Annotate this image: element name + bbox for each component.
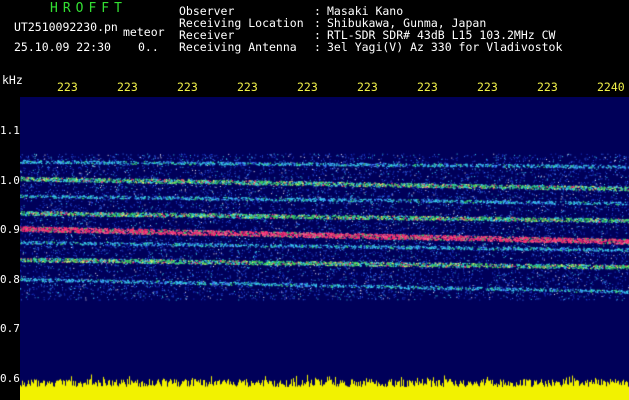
y-tick-label: 0.7 [0, 322, 20, 335]
spectrogram-plot[interactable] [20, 97, 629, 400]
x-tick-label: 223 [117, 80, 138, 94]
y-tick-label: 0.6 [0, 372, 20, 385]
x-tick-label: 2240 [597, 80, 625, 94]
capture-datetime: 25.10.09 22:30 [14, 40, 111, 54]
app-title: HROFFT [50, 1, 127, 16]
y-tick-label: 0.8 [0, 273, 20, 286]
x-tick-label: 223 [177, 80, 198, 94]
x-tick-label: 223 [477, 80, 498, 94]
antenna-key: Receiving Antenna [179, 40, 297, 54]
x-tick-label: 223 [297, 80, 318, 94]
file-name: UT2510092230.pn [14, 20, 118, 34]
x-tick-label: 223 [357, 80, 378, 94]
x-tick-label: 223 [57, 80, 78, 94]
x-tick-label: 223 [537, 80, 558, 94]
antenna-value: 3el Yagi(V) Az 330 for Vladivostok [327, 40, 563, 54]
y-axis-unit: kHz [2, 73, 23, 87]
capture-count: 0.. [138, 40, 159, 54]
y-tick-label: 1.1 [0, 124, 20, 137]
x-tick-label: 223 [417, 80, 438, 94]
mode-label: meteor [123, 25, 165, 39]
y-tick-label: 1.0 [0, 174, 20, 187]
y-tick-label: 0.9 [0, 223, 20, 236]
x-tick-label: 223 [237, 80, 258, 94]
colon: : [314, 40, 321, 54]
spectrogram-canvas[interactable] [20, 97, 629, 400]
